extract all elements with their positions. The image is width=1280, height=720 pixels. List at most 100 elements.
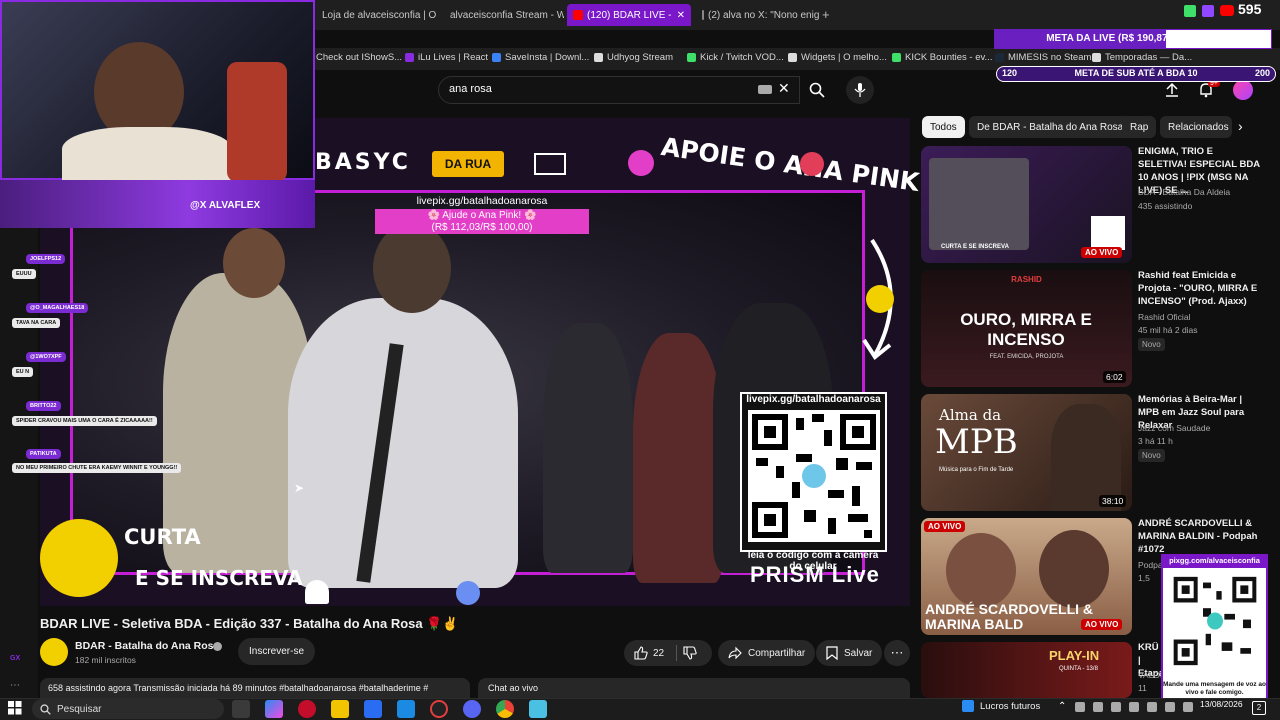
news-icon: [962, 700, 974, 712]
clock[interactable]: 13/08/2026: [1200, 700, 1243, 709]
pix-box: 🌸 Ajude o Ana Pink! 🌸 (R$ 112,03/R$ 100,…: [375, 209, 589, 234]
crowd-figure: [543, 323, 633, 573]
obs-icon[interactable]: [430, 700, 448, 718]
gaming-chair: [227, 62, 287, 182]
search-button[interactable]: [800, 76, 834, 104]
rec-channel[interactable]: Jazz com Saudade: [1138, 423, 1210, 433]
chip-todos[interactable]: Todos: [922, 116, 965, 138]
rec-thumbnail[interactable]: CURTA E SE INSCREVA AO VIVO: [921, 146, 1132, 263]
voice-search-button[interactable]: [846, 76, 874, 104]
bookmark-item[interactable]: Widgets | O melho...: [788, 52, 887, 63]
new-tab-button[interactable]: +: [822, 7, 830, 22]
chevron-up-icon[interactable]: ⌃: [1058, 701, 1066, 712]
discord-icon[interactable]: [463, 700, 481, 718]
bookmark-item[interactable]: MIMESIS no Steam: [995, 52, 1091, 63]
tab-label: (120) BDAR LIVE -: [587, 9, 672, 21]
mouse-cursor-icon: ➤: [294, 481, 305, 495]
prism-live-logo: PRISM Live: [750, 562, 880, 587]
notification-center[interactable]: 2: [1252, 701, 1266, 715]
tray-icon[interactable]: [1075, 702, 1085, 712]
create-button[interactable]: [1164, 82, 1180, 98]
streamer-shirt: [62, 127, 232, 182]
verified-icon: [213, 642, 222, 651]
rec-thumbnail[interactable]: PLAY-IN QUINTA - 13/8: [921, 642, 1132, 698]
bookmark-item[interactable]: Temporadas — Da...: [1092, 52, 1192, 63]
thumb-scene: [929, 158, 1029, 250]
rec-channel[interactable]: BDA - Batalha Da Aldeia: [1138, 187, 1230, 197]
tab-loja[interactable]: Loja de alvaceisconfia | O: [312, 4, 436, 26]
video-duration: 6:02: [1103, 371, 1126, 383]
rec-thumbnail[interactable]: AO VIVO ANDRÉ SCARDOVELLI & MARINA BALD …: [921, 518, 1132, 635]
like-button[interactable]: 22: [634, 646, 664, 660]
rec-channel[interactable]: Rashid Oficial: [1138, 312, 1190, 322]
battery-icon[interactable]: [1183, 702, 1193, 712]
wifi-icon[interactable]: [1147, 702, 1157, 712]
chat-username: @1WO7XPF: [26, 352, 66, 362]
bookmark-item[interactable]: SaveInsta | Downl...: [492, 52, 589, 63]
mail-icon[interactable]: [397, 700, 415, 718]
thumb-sub: QUINTA - 13/8: [1059, 666, 1098, 672]
chat-message: SPIDER CRAVOU MAIS UMA O CARA É ZICAAAAA…: [12, 416, 157, 426]
rec-title[interactable]: ANDRÉ SCARDOVELLI & MARINA BALDIN - Podp…: [1138, 517, 1263, 556]
chip-related[interactable]: Relacionados: [1160, 116, 1232, 138]
channel-avatar[interactable]: [40, 638, 68, 666]
bookmark-icon: [892, 53, 901, 62]
more-icon[interactable]: ⋯: [10, 680, 20, 691]
sticker-icon: [866, 285, 894, 313]
keyboard-icon[interactable]: [758, 85, 772, 94]
rec-title[interactable]: Rashid feat Emicida e Projota - "OURO, M…: [1138, 269, 1263, 308]
bookmark-icon: [1092, 53, 1101, 62]
share-button[interactable]: Compartilhar: [718, 640, 816, 666]
qr-pattern: [1173, 576, 1257, 666]
live-chat-header[interactable]: Chat ao vivo: [478, 678, 910, 700]
save-button[interactable]: Salvar: [816, 640, 883, 666]
volume-icon[interactable]: [1165, 702, 1175, 712]
youtube-ext-icon[interactable]: [1220, 5, 1234, 16]
opera-gx-icon[interactable]: [298, 700, 316, 718]
streamer-handle: @X ALVAFLEX: [190, 200, 261, 211]
tab-bdar-live[interactable]: (120) BDAR LIVE - ✕: [567, 4, 691, 26]
chrome-icon[interactable]: [496, 700, 514, 718]
description-box[interactable]: 658 assistindo agora Transmissão iniciad…: [40, 678, 470, 700]
channel-name[interactable]: BDAR - Batalha do Ana Rosa: [75, 640, 219, 652]
tab-x[interactable]: (2) alva no X: "Nono enigm: [696, 4, 820, 26]
side-label: GX: [10, 655, 21, 662]
thumbs-down-icon[interactable]: [683, 646, 697, 660]
rec-thumbnail[interactable]: Alma da MPB Música para o Fim de Tarde 3…: [921, 394, 1132, 511]
task-view-icon[interactable]: [232, 700, 250, 718]
file-explorer-icon[interactable]: [331, 700, 349, 718]
rec-thumbnail[interactable]: RASHID OURO, MIRRA E INCENSO FEAT. EMICI…: [921, 270, 1132, 387]
tray-icon[interactable]: [1129, 702, 1139, 712]
taskbar-widget[interactable]: Lucros futuros: [962, 700, 1040, 712]
tab-stream[interactable]: alvaceisconfia Stream - W: [440, 4, 564, 26]
clear-search-icon[interactable]: ✕: [778, 80, 790, 97]
chip-rap[interactable]: Rap: [1122, 116, 1157, 138]
twitch-ext-icon[interactable]: [1202, 5, 1214, 17]
subscribe-button[interactable]: Inscrever-se: [238, 638, 316, 665]
pix-widget-caption: Mande uma mensagem de voz ao vivo e fale…: [1163, 681, 1266, 696]
search-input[interactable]: ana rosa: [438, 76, 800, 104]
bookmark-item[interactable]: Kick / Twitch VOD...: [687, 52, 784, 63]
avatar[interactable]: [1233, 80, 1253, 100]
more-actions-button[interactable]: ⋯: [884, 640, 910, 666]
bookmark-item[interactable]: iLu Lives | React: [405, 52, 488, 63]
new-badge: Novo: [1138, 338, 1165, 351]
bookmark-item[interactable]: KICK Bounties - ev...: [892, 52, 992, 63]
bookmark-item[interactable]: Udhyog Stream: [594, 52, 673, 63]
thumb-title: MPB: [935, 422, 1018, 462]
person-head: [373, 223, 451, 313]
kick-ext-icon[interactable]: [1184, 5, 1196, 17]
taskbar-search[interactable]: Pesquisar: [32, 699, 224, 719]
chip-channel[interactable]: De BDAR - Batalha do Ana Rosa: [969, 116, 1132, 138]
tray-icon[interactable]: [1111, 702, 1121, 712]
start-button[interactable]: [8, 701, 22, 715]
app-icon[interactable]: [529, 700, 547, 718]
tray-icon[interactable]: [1093, 702, 1103, 712]
chevron-right-icon[interactable]: ›: [1238, 118, 1243, 134]
rec-channel[interactable]: VALOR: [1138, 670, 1162, 680]
bookmark-item[interactable]: Check out IShowS...: [316, 52, 402, 63]
store-icon[interactable]: [364, 700, 382, 718]
chat-message: TAVA NA CARA: [12, 318, 61, 328]
copilot-icon[interactable]: [265, 700, 283, 718]
close-tab-icon[interactable]: ✕: [677, 10, 685, 21]
